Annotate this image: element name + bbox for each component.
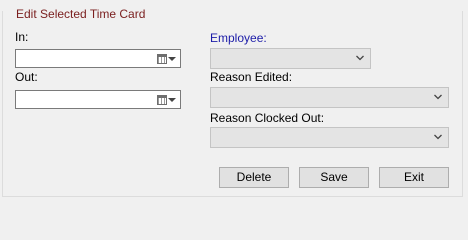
- in-datetime-picker[interactable]: [15, 49, 181, 68]
- employee-combobox[interactable]: [210, 48, 371, 69]
- calendar-icon: [157, 94, 167, 105]
- chevron-down-icon: [356, 55, 364, 61]
- in-calendar-button[interactable]: [157, 52, 177, 65]
- in-label: In:: [15, 30, 29, 44]
- chevron-down-icon: [434, 94, 442, 100]
- chevron-down-icon: [434, 134, 442, 140]
- reason-edited-combobox[interactable]: [210, 87, 449, 108]
- reason-clocked-out-combobox[interactable]: [210, 127, 449, 148]
- dropdown-arrow-icon: [168, 56, 176, 61]
- dropdown-arrow-icon: [168, 97, 176, 102]
- reason-clocked-out-label: Reason Clocked Out:: [210, 111, 325, 125]
- out-datetime-picker[interactable]: [15, 90, 181, 109]
- out-calendar-button[interactable]: [157, 93, 177, 106]
- delete-button[interactable]: Delete: [219, 167, 289, 188]
- calendar-icon: [157, 53, 167, 64]
- employee-label: Employee:: [210, 31, 267, 45]
- reason-edited-label: Reason Edited:: [210, 70, 293, 84]
- out-label: Out:: [15, 70, 38, 84]
- group-title: Edit Selected Time Card: [15, 7, 147, 21]
- save-button[interactable]: Save: [299, 167, 369, 188]
- exit-button[interactable]: Exit: [379, 167, 449, 188]
